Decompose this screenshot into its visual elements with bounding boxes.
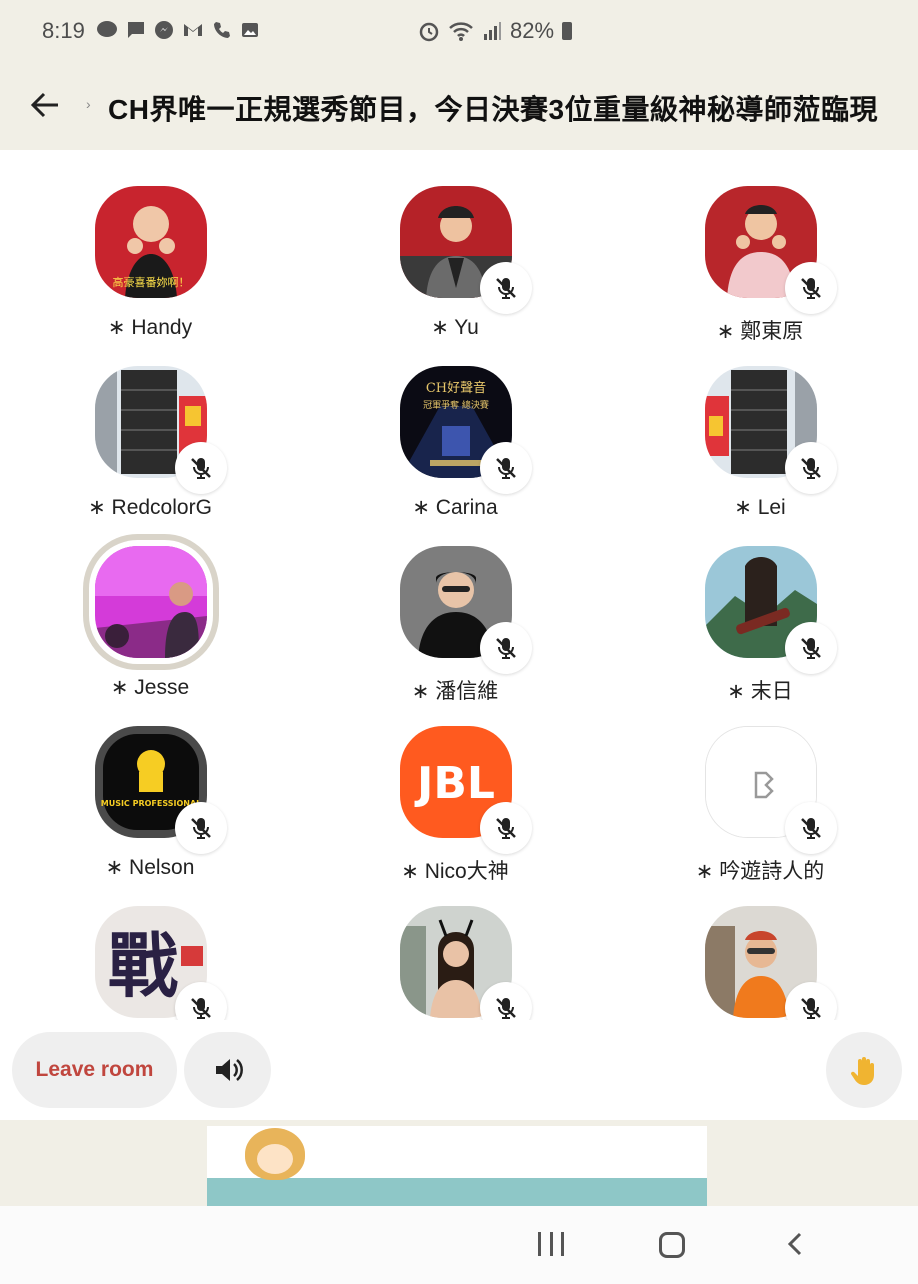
- member-tile[interactable]: ∗ Lei: [630, 330, 890, 519]
- home-icon[interactable]: [659, 1232, 685, 1258]
- muted-mic-icon: [785, 802, 837, 854]
- speaker-icon: [215, 1059, 243, 1081]
- member-tile[interactable]: ∗ 鄭東原: [630, 150, 890, 343]
- status-bar: 8:19 line-icon 82%: [0, 0, 918, 62]
- image-icon: [242, 23, 258, 37]
- banner-area: [0, 1120, 918, 1206]
- messenger-icon: [155, 21, 173, 39]
- muted-mic-icon: [175, 982, 227, 1020]
- svg-text:JBL: JBL: [414, 758, 495, 809]
- member-tile[interactable]: ∗ 吟遊詩人的: [630, 690, 890, 883]
- muted-mic-icon: [175, 442, 227, 494]
- muted-mic-icon: [480, 262, 532, 314]
- muted-mic-icon: [480, 622, 532, 674]
- raise-hand-button[interactable]: [826, 1032, 902, 1108]
- member-tile[interactable]: ∗ RedcolorG: [20, 330, 280, 519]
- svg-text:戰: 戰: [108, 924, 178, 1007]
- cartoon-face: [257, 1144, 293, 1174]
- member-tile[interactable]: [630, 870, 890, 1020]
- member-tile[interactable]: ∗ 潘信維: [325, 510, 585, 703]
- muted-mic-icon: [175, 802, 227, 854]
- battery-percent: 82%: [510, 18, 555, 43]
- banner-water: [207, 1178, 707, 1206]
- member-tile[interactable]: 高豪喜番妳啊！ ∗ Handy: [20, 150, 280, 339]
- sticker-banner[interactable]: [207, 1126, 707, 1206]
- member-tile[interactable]: MUSIC PROFESSIONAL ∗ Nelson: [20, 690, 280, 879]
- signal-icon: [484, 22, 501, 40]
- speaker-grid: 高豪喜番妳啊！ ∗ Handy ∗ Yu ∗ 鄭東原 ∗ RedcolorG C…: [0, 150, 918, 1020]
- message-icon: [128, 22, 144, 38]
- member-tile[interactable]: ∗ Yu: [325, 150, 585, 339]
- member-tile[interactable]: JBL ∗ Nico大神: [325, 690, 585, 883]
- leave-room-button[interactable]: Leave room: [12, 1032, 177, 1108]
- muted-mic-icon: [480, 802, 532, 854]
- muted-mic-icon: [785, 442, 837, 494]
- avatar[interactable]: [95, 546, 207, 658]
- speaker-toggle-button[interactable]: [184, 1032, 271, 1108]
- gmail-icon: [184, 24, 202, 36]
- svg-text:高豪喜番妳啊！: 高豪喜番妳啊！: [113, 275, 190, 289]
- recent-apps-icon[interactable]: [538, 1232, 564, 1256]
- room-header: › CH界唯一正規選秀節目，今日決賽3位重量級神秘導師蒞臨現: [0, 62, 918, 150]
- line-icon: line-icon: [97, 21, 117, 37]
- call-icon: [214, 22, 230, 38]
- system-nav-bar: [0, 1206, 918, 1284]
- member-tile[interactable]: [325, 870, 585, 1020]
- member-tile[interactable]: ∗ 末日: [630, 510, 890, 703]
- nav-back-icon[interactable]: [782, 1230, 810, 1258]
- svg-text:CH好聲音: CH好聲音: [426, 380, 486, 396]
- member-tile[interactable]: 戰: [20, 870, 280, 1020]
- chevron-right-icon: ›: [86, 96, 91, 112]
- muted-mic-icon: [480, 442, 532, 494]
- member-tile[interactable]: CH好聲音 冠軍爭奪 總決賽 ∗ Carina: [325, 330, 585, 519]
- notification-icons: line-icon: [96, 20, 260, 40]
- back-arrow-icon[interactable]: [28, 88, 62, 122]
- battery-icon: [562, 22, 573, 40]
- room-title: CH界唯一正規選秀節目，今日決賽3位重量級神秘導師蒞臨現: [108, 94, 879, 125]
- muted-mic-icon: [480, 982, 532, 1020]
- muted-mic-icon: [785, 262, 837, 314]
- system-indicators: 82%: [418, 18, 573, 44]
- svg-text:冠軍爭奪 總決賽: 冠軍爭奪 總決賽: [423, 399, 489, 411]
- alarm-icon: [419, 22, 439, 42]
- muted-mic-icon: [785, 982, 837, 1020]
- muted-mic-icon: [785, 622, 837, 674]
- status-time: 8:19: [42, 18, 85, 43]
- room-controls: Leave room: [0, 1020, 918, 1120]
- raise-hand-icon: [850, 1057, 874, 1085]
- member-tile[interactable]: ∗ Jesse: [20, 510, 280, 699]
- avatar[interactable]: 高豪喜番妳啊！: [95, 186, 207, 298]
- wifi-icon: [449, 22, 473, 41]
